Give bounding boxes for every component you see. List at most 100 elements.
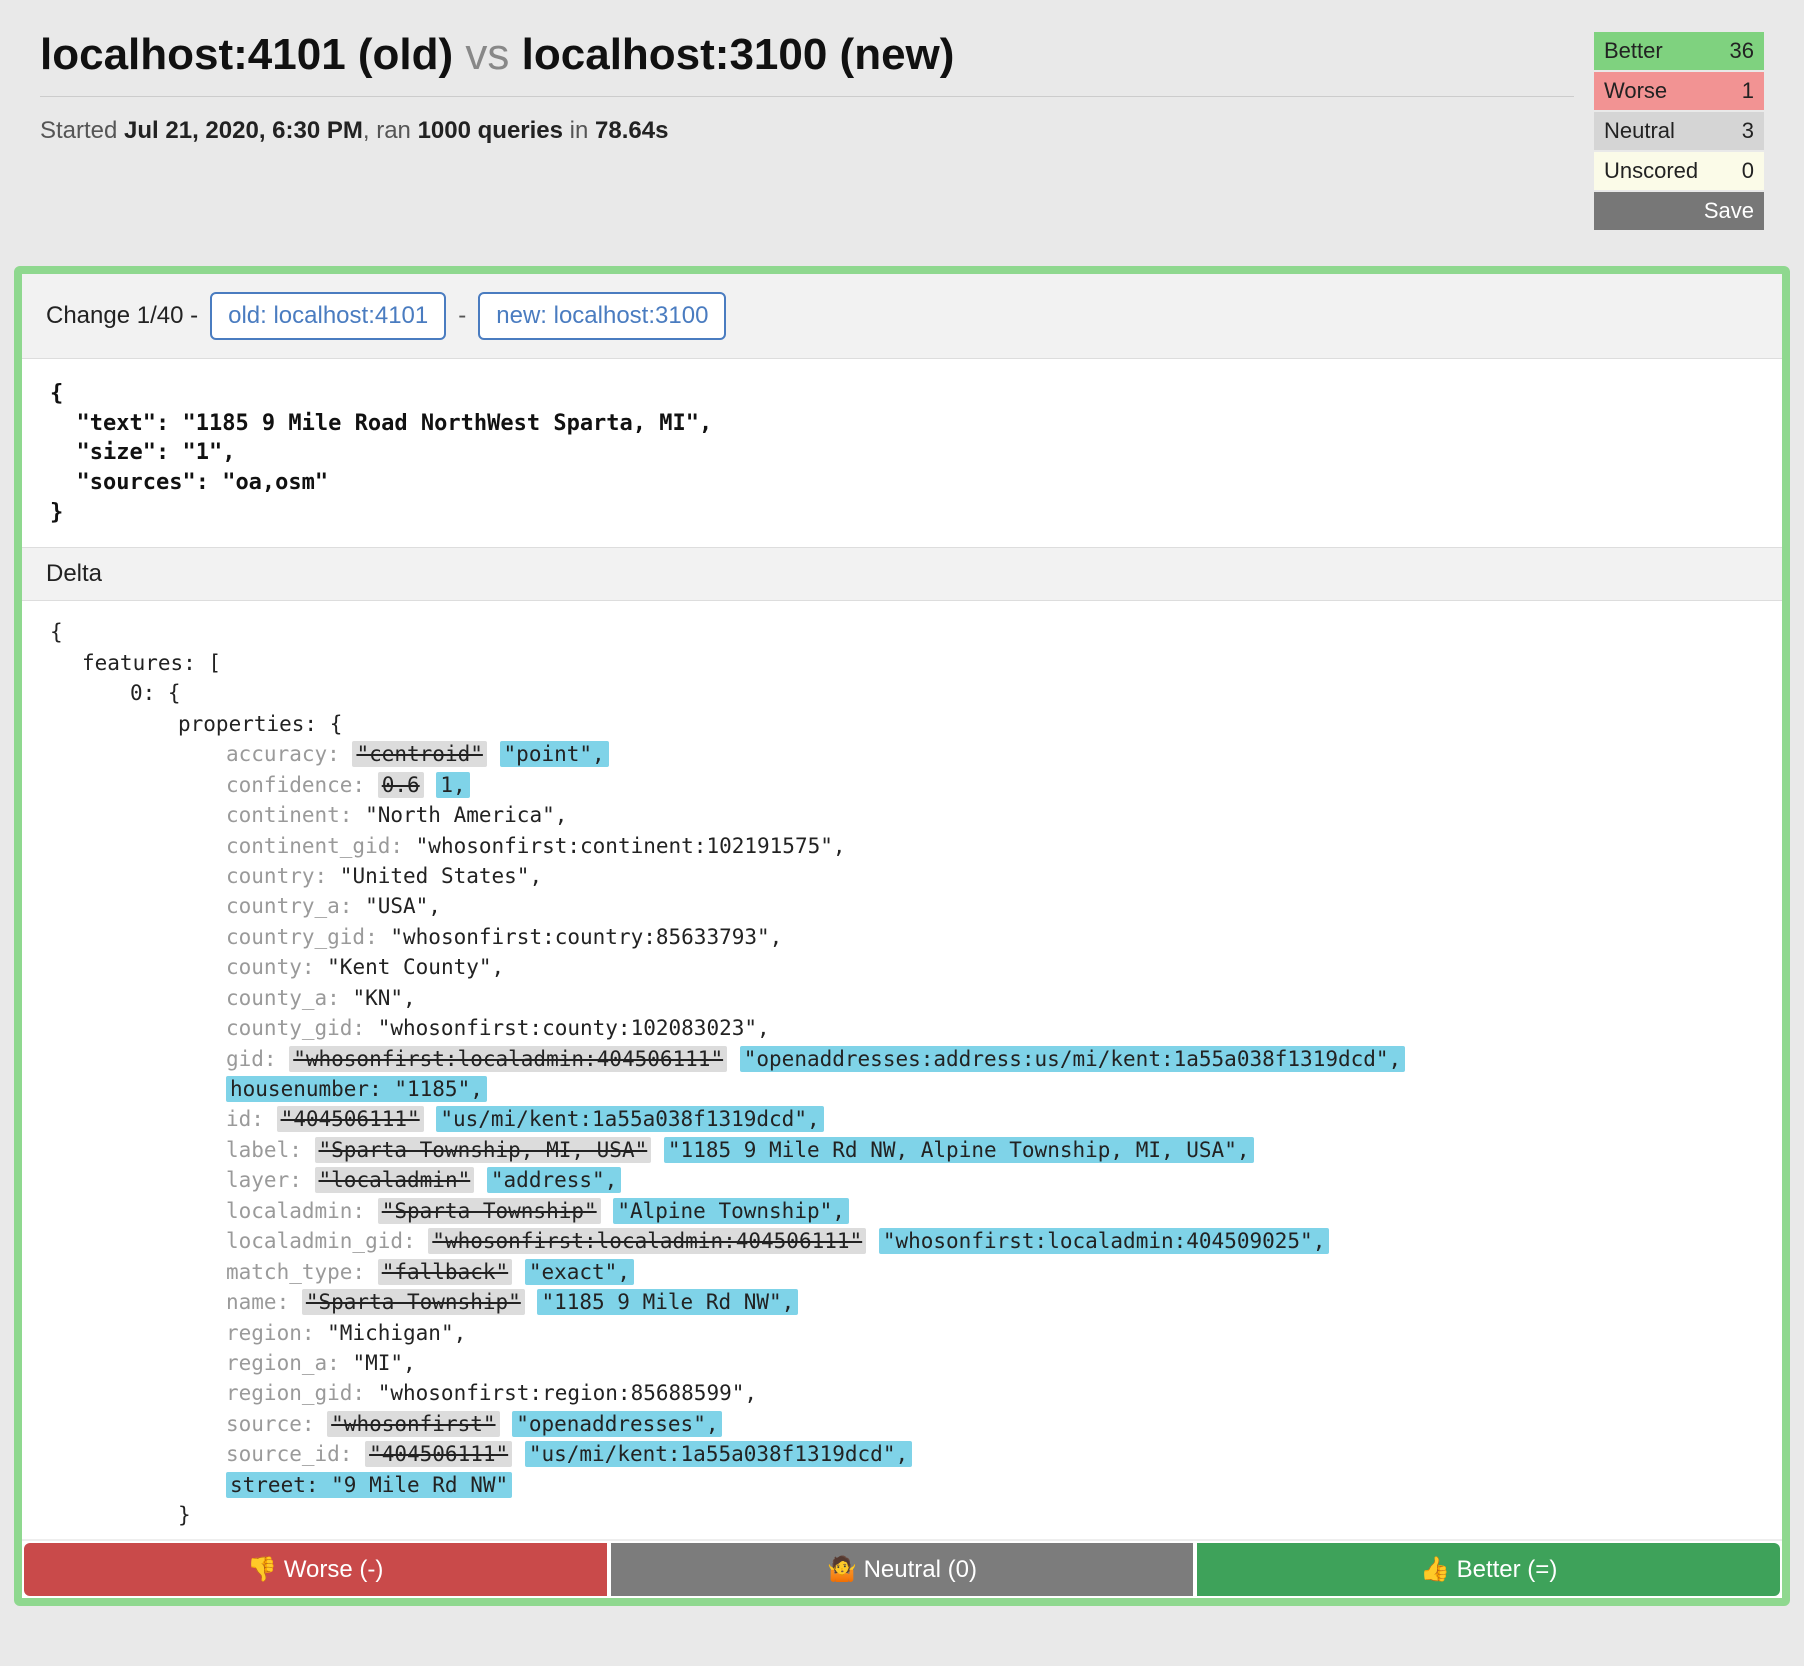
diff-unchanged: "USA", [365,894,441,918]
vote-better-button[interactable]: 👍 Better (=) [1197,1543,1780,1596]
vote-label: Better (=) [1450,1556,1557,1583]
delta-features: features: [ [50,648,1754,678]
diff-unchanged: "whosonfirst:county:102083023", [378,1016,770,1040]
score-label: Worse [1594,72,1716,110]
diff-unchanged: "MI", [352,1351,415,1375]
diff-key: label: [226,1138,315,1162]
diff-removed: "fallback" [378,1259,512,1285]
run-mid: , ran [363,117,418,144]
shrug-icon: 🤷 [827,1556,857,1583]
diff-key: gid: [226,1047,289,1071]
delta-row: region_a: "MI", [50,1348,1754,1378]
title-old-host: localhost:4101 (old) [40,30,453,79]
delta-zero: 0: { [50,678,1754,708]
diff-key: accuracy: [226,742,352,766]
delta-row: source_id: "404506111" "us/mi/kent:1a55a… [50,1439,1754,1469]
diff-unchanged: "whosonfirst:country:85633793", [390,925,782,949]
vote-worse-button[interactable]: 👎 Worse (-) [24,1543,607,1596]
diff-removed: "centroid" [352,741,486,767]
diff-key: id: [226,1107,277,1131]
vote-neutral-button[interactable]: 🤷 Neutral (0) [611,1543,1194,1596]
score-row-better[interactable]: Better 36 [1594,32,1764,70]
diff-removed: "Sparta Township, MI, USA" [315,1137,652,1163]
thumbs-down-icon: 👎 [247,1556,277,1583]
diff-added-line: housenumber: "1185", [226,1076,487,1102]
diff-added: "exact", [525,1259,634,1285]
delta-row: match_type: "fallback" "exact", [50,1257,1754,1287]
diff-removed: 0.6 [378,772,424,798]
diff-removed: "whosonfirst:localadmin:404506111" [428,1228,866,1254]
diff-unchanged: "whosonfirst:region:85688599", [378,1381,757,1405]
diff-unchanged: "whosonfirst:continent:102191575", [416,834,846,858]
delta-row: street: "9 Mile Rd NW" [50,1470,1754,1500]
title-new-host: localhost:3100 (new) [522,30,955,79]
diff-key: layer: [226,1168,315,1192]
query-line: } [50,498,1754,528]
diff-removed: "whosonfirst" [327,1411,499,1437]
diff-key: confidence: [226,773,378,797]
new-endpoint-button[interactable]: new: localhost:3100 [478,292,726,340]
diff-unchanged: "KN", [352,986,415,1010]
query-line: { [50,379,1754,409]
title-vs: vs [465,30,509,79]
diff-key: source: [226,1412,327,1436]
score-label: Better [1594,32,1716,70]
delta-open: { [50,617,1754,647]
diff-removed: "404506111" [365,1441,512,1467]
delta-row: continent_gid: "whosonfirst:continent:10… [50,831,1754,861]
diff-key: match_type: [226,1260,378,1284]
delta-row: layer: "localadmin" "address", [50,1165,1754,1195]
delta-properties: properties: { [50,709,1754,739]
diff-removed: "whosonfirst:localadmin:404506111" [289,1046,727,1072]
score-count: 3 [1716,112,1764,150]
diff-unchanged: "Kent County", [327,955,504,979]
score-count: 36 [1716,32,1764,70]
diff-unchanged: "Michigan", [327,1321,466,1345]
score-row-unscored[interactable]: Unscored 0 [1594,152,1764,190]
vote-label: Neutral (0) [857,1556,977,1583]
delta-row: localadmin_gid: "whosonfirst:localadmin:… [50,1226,1754,1256]
change-card: Change 1/40 - old: localhost:4101 - new:… [14,266,1790,1606]
delta-heading: Delta [22,547,1782,601]
diff-added: 1, [436,772,469,798]
delta-row: country_gid: "whosonfirst:country:856337… [50,922,1754,952]
diff-added: "address", [487,1167,621,1193]
header-left: localhost:4101 (old) vs localhost:3100 (… [40,30,1574,145]
save-button[interactable]: Save [1594,192,1764,230]
diff-key: country_a: [226,894,365,918]
query-line: "sources": "oa,osm" [50,468,1754,498]
diff-key: name: [226,1290,302,1314]
query-line: "size": "1", [50,438,1754,468]
delta-row: label: "Sparta Township, MI, USA" "1185 … [50,1135,1754,1165]
delta-row: county_a: "KN", [50,983,1754,1013]
score-row-neutral[interactable]: Neutral 3 [1594,112,1764,150]
header: localhost:4101 (old) vs localhost:3100 (… [0,0,1804,252]
diff-key: region: [226,1321,327,1345]
diff-key: county_a: [226,986,352,1010]
score-label: Neutral [1594,112,1716,150]
thumbs-up-icon: 👍 [1420,1556,1450,1583]
vote-label: Worse (-) [277,1556,383,1583]
diff-added: "1185 9 Mile Rd NW", [537,1289,798,1315]
delta-row: id: "404506111" "us/mi/kent:1a55a038f131… [50,1104,1754,1134]
delta-row: confidence: 0.6 1, [50,770,1754,800]
diff-added: "1185 9 Mile Rd NW, Alpine Township, MI,… [664,1137,1254,1163]
vote-bar: 👎 Worse (-) 🤷 Neutral (0) 👍 Better (=) [22,1539,1782,1598]
delta-row: region: "Michigan", [50,1318,1754,1348]
score-label: Unscored [1594,152,1716,190]
delta-row: country_a: "USA", [50,891,1754,921]
diff-added: "point", [500,741,609,767]
query-json: { "text": "1185 9 Mile Road NorthWest Sp… [22,359,1782,547]
diff-removed: "localadmin" [315,1167,475,1193]
delta-row: region_gid: "whosonfirst:region:85688599… [50,1378,1754,1408]
delta-row: housenumber: "1185", [50,1074,1754,1104]
diff-key: localadmin_gid: [226,1229,428,1253]
score-row-worse[interactable]: Worse 1 [1594,72,1764,110]
divider [40,96,1574,97]
diff-added-line: street: "9 Mile Rd NW" [226,1472,512,1498]
old-endpoint-button[interactable]: old: localhost:4101 [210,292,446,340]
change-counter: Change 1/40 - [46,302,198,330]
diff-removed: "404506111" [277,1106,424,1132]
card-header: Change 1/40 - old: localhost:4101 - new:… [22,274,1782,359]
separator: - [458,302,466,330]
